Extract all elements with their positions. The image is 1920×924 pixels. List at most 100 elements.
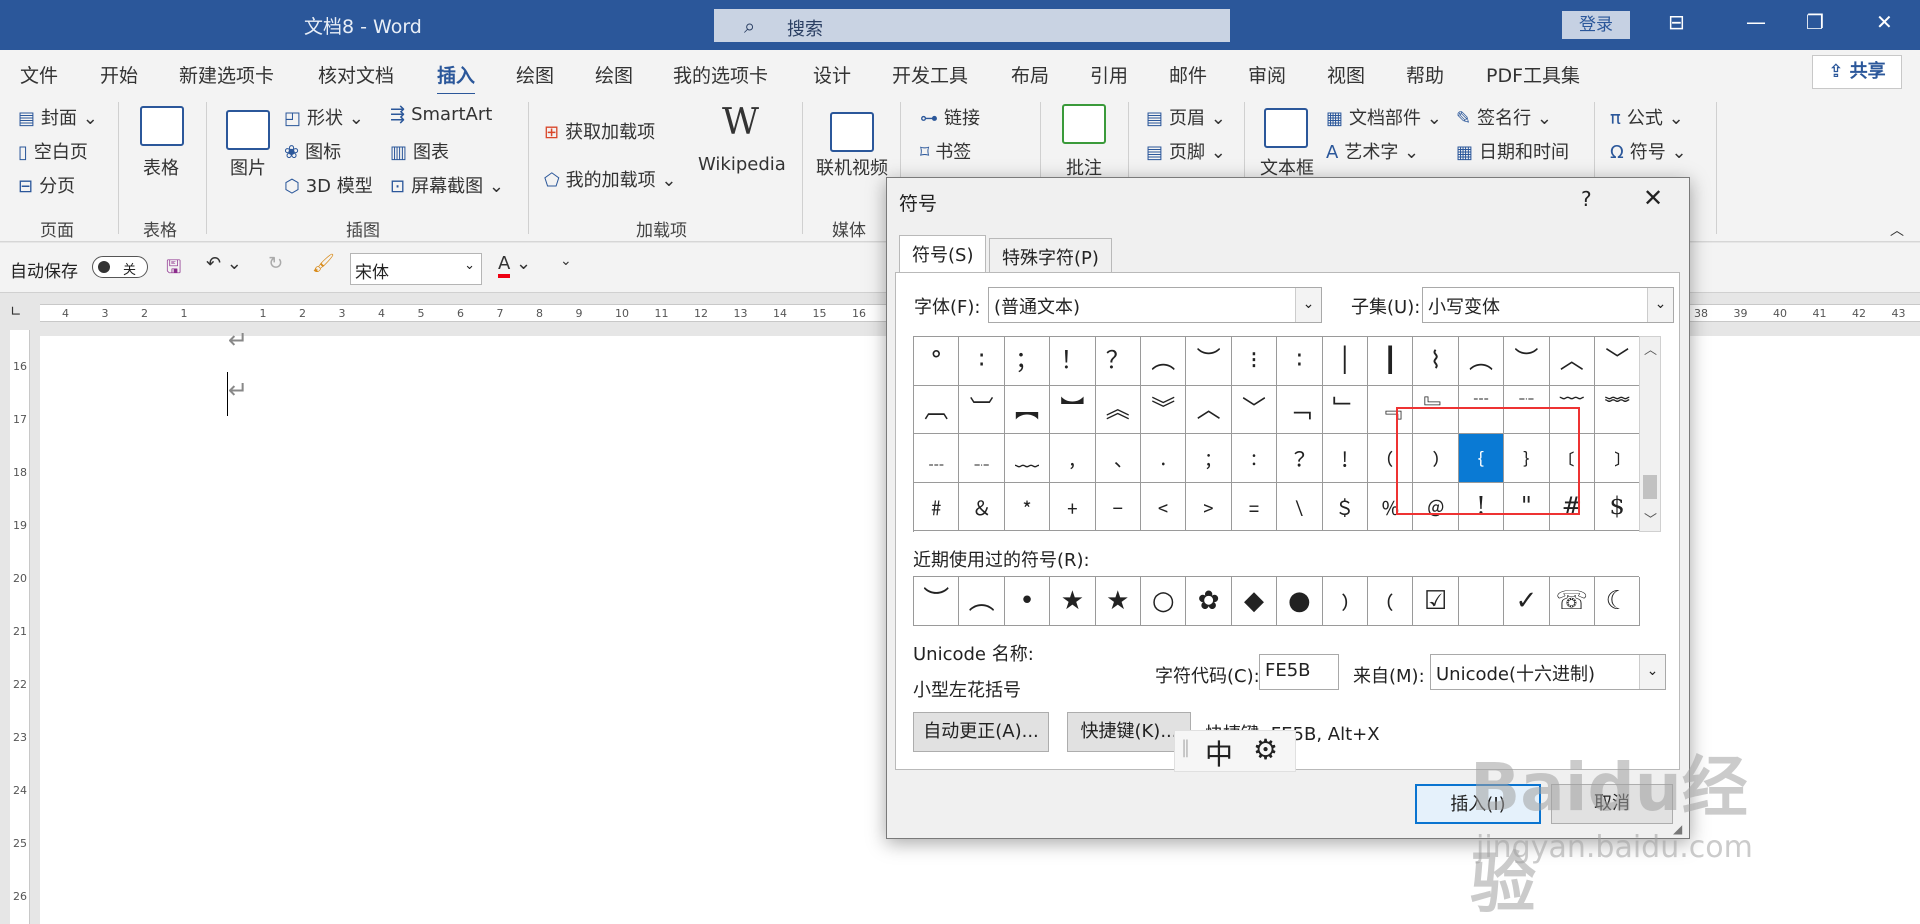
tab-proof[interactable]: 核对文档 xyxy=(318,61,394,88)
save-icon[interactable]: 🖫 xyxy=(166,255,181,285)
tab-special-chars[interactable]: 特殊字符(P) xyxy=(989,238,1112,272)
font-combo[interactable]: (普通文本) ⌄ xyxy=(988,287,1322,323)
recent-symbol-cell[interactable]: ︶ xyxy=(914,577,960,626)
symbol-cell[interactable]: ︵ xyxy=(1141,337,1187,386)
recent-symbol-cell[interactable]: ︵ xyxy=(959,577,1005,626)
symbol-cell[interactable]: ！ xyxy=(1050,337,1096,386)
char-code-input[interactable]: FE5B xyxy=(1259,654,1339,690)
recent-symbol-cell[interactable]: ☏ xyxy=(1549,577,1595,626)
redo-icon[interactable]: ↻ xyxy=(268,253,283,274)
format-painter-icon[interactable]: 🖌 xyxy=(312,253,335,274)
symbol-cell[interactable]: ﹗ xyxy=(1322,434,1368,483)
symbol-cell[interactable]: ︶ xyxy=(1186,337,1232,386)
tab-pdf[interactable]: PDF工具集 xyxy=(1486,61,1580,88)
close-icon[interactable]: ✕ xyxy=(1643,184,1663,212)
font-name-combo[interactable]: 宋体 ⌄ xyxy=(350,253,482,285)
symbol-cell[interactable]: ﹑ xyxy=(1095,434,1141,483)
symbol-cell[interactable]: ﹏ xyxy=(1004,434,1051,483)
recent-symbol-cell[interactable]: ☾ xyxy=(1595,577,1641,626)
recent-symbol-cell[interactable]: ☑ xyxy=(1413,577,1459,626)
scroll-down-icon[interactable]: ﹀ xyxy=(1644,509,1657,528)
tab-mailings[interactable]: 邮件 xyxy=(1169,61,1207,88)
symbol-cell[interactable]: ∶ xyxy=(1277,337,1323,386)
doc-parts-button[interactable]: ▦ 文档部件 ⌄ xyxy=(1326,104,1442,130)
tab-help[interactable]: 帮助 xyxy=(1406,61,1444,88)
link-button[interactable]: ⊶ 链接 xyxy=(920,104,980,130)
symbol-cell[interactable]: ︿ xyxy=(1186,385,1232,434)
model3d-button[interactable]: ⬡ 3D 模型 xyxy=(284,172,373,198)
symbol-cell[interactable]: ﹩ xyxy=(1322,482,1368,531)
symbol-cell[interactable]: ﹤ xyxy=(1141,482,1187,531)
recent-symbol-cell[interactable]: ● xyxy=(1277,577,1323,626)
customize-qat-icon[interactable]: ⌄ xyxy=(560,253,572,269)
table-button[interactable]: 表格 xyxy=(143,154,179,180)
bookmark-button[interactable]: ⌑ 书签 xyxy=(920,138,971,164)
smartart-button[interactable]: ⇶ SmartArt xyxy=(390,104,492,125)
symbol-cell[interactable]: ﹀ xyxy=(1231,385,1278,434)
font-color-icon[interactable]: A ⌄ xyxy=(498,253,531,278)
symbol-cell[interactable]: ﹡ xyxy=(1004,482,1051,531)
scroll-thumb[interactable] xyxy=(1643,475,1657,499)
symbol-cell[interactable]: ﹀ xyxy=(1595,337,1641,386)
symbol-cell[interactable]: ﹍ xyxy=(914,434,960,483)
symbol-grid-scrollbar[interactable]: ︿ ﹀ xyxy=(1639,336,1661,532)
tab-layout[interactable]: 布局 xyxy=(1011,61,1049,88)
datetime-button[interactable]: ▦ 日期和时间 xyxy=(1456,138,1569,164)
symbol-cell[interactable]: ︻ xyxy=(1004,385,1051,434)
search-box[interactable]: ⌕ 搜索 xyxy=(714,9,1230,42)
symbol-cell[interactable]: ﹣ xyxy=(1095,482,1141,531)
minimize-icon[interactable]: — xyxy=(1746,10,1766,34)
signature-button[interactable]: ✎ 签名行 ⌄ xyxy=(1456,104,1552,130)
recent-symbol-cell[interactable]: ﹚ xyxy=(1322,577,1368,626)
symbol-cell[interactable]: ﹦ xyxy=(1231,482,1278,531)
symbol-cell[interactable]: ﹢ xyxy=(1050,482,1096,531)
symbol-cell[interactable]: ﹟ xyxy=(914,482,960,531)
recent-symbol-cell[interactable]: ★ xyxy=(1050,577,1096,626)
get-addins-button[interactable]: ⊞ 获取加载项 xyxy=(544,118,655,144)
ime-mode[interactable]: 中 xyxy=(1205,733,1233,773)
symbol-cell[interactable]: ﹌ xyxy=(1595,385,1641,434)
recent-symbol-cell[interactable]: ◆ xyxy=(1231,577,1278,626)
symbol-cell[interactable]: ﹥ xyxy=(1186,482,1232,531)
collapse-ribbon-icon[interactable]: ︿ xyxy=(1890,220,1904,240)
chart-button[interactable]: ▥ 图表 xyxy=(390,138,449,164)
tab-insert[interactable]: 插入 xyxy=(437,61,476,96)
recent-symbol-cell[interactable]: ★ xyxy=(1095,577,1141,626)
undo-icon[interactable]: ↶ ⌄ xyxy=(206,253,242,274)
recent-symbol-cell[interactable] xyxy=(1458,577,1505,626)
symbol-cell[interactable]: ﹐ xyxy=(1050,434,1096,483)
symbol-cell[interactable]: ︶ xyxy=(1504,337,1550,386)
tab-stop-icon[interactable]: ∟ xyxy=(10,304,22,320)
blank-page-button[interactable]: ▯ 空白页 xyxy=(18,138,88,164)
ime-settings-icon[interactable]: ⚙ xyxy=(1253,733,1278,766)
shortcut-key-button[interactable]: 快捷键(K)... xyxy=(1067,712,1191,752)
recent-symbol-cell[interactable]: ✿ xyxy=(1186,577,1232,626)
help-icon[interactable]: ? xyxy=(1581,187,1592,211)
tab-developer[interactable]: 开发工具 xyxy=(892,61,968,88)
symbol-cell[interactable]: ﹁ xyxy=(1277,385,1323,434)
symbol-cell[interactable]: ︾ xyxy=(1141,385,1187,434)
symbol-cell[interactable]: ︹ xyxy=(914,385,960,434)
autocorrect-button[interactable]: 自动更正(A)... xyxy=(913,712,1049,752)
login-button[interactable]: 登录 xyxy=(1562,11,1630,39)
footer-button[interactable]: ▤ 页脚 ⌄ xyxy=(1146,138,1226,164)
equation-button[interactable]: π 公式 ⌄ xyxy=(1610,104,1684,130)
symbol-cell[interactable]: │ xyxy=(1322,337,1368,386)
symbol-cell[interactable]: ︼ xyxy=(1050,385,1096,434)
tab-references[interactable]: 引用 xyxy=(1090,61,1128,88)
tab-draw-1[interactable]: 绘图 xyxy=(516,61,554,88)
page-break-button[interactable]: ⊟ 分页 xyxy=(18,172,75,198)
ime-drag-handle-icon[interactable]: ‖ xyxy=(1181,737,1190,758)
symbol-cell[interactable]: ∶ xyxy=(959,337,1005,386)
ribbon-display-icon[interactable]: ⊟ xyxy=(1668,10,1685,34)
symbol-cell[interactable]: ⌇ xyxy=(1413,337,1459,386)
tab-symbols[interactable]: 符号(S) xyxy=(899,235,987,273)
autosave-toggle[interactable]: 关 xyxy=(92,256,148,278)
cover-page-button[interactable]: ▤ 封面 ⌄ xyxy=(18,104,98,130)
wikipedia-button[interactable]: Wikipedia xyxy=(698,154,786,175)
symbol-button[interactable]: Ω 符号 ⌄ xyxy=(1610,138,1687,164)
symbol-cell[interactable]: ︺ xyxy=(959,385,1005,434)
restore-icon[interactable]: ❐ xyxy=(1806,10,1824,34)
picture-button[interactable]: 图片 xyxy=(230,154,266,180)
symbol-cell[interactable]: ⁝ xyxy=(1231,337,1278,386)
